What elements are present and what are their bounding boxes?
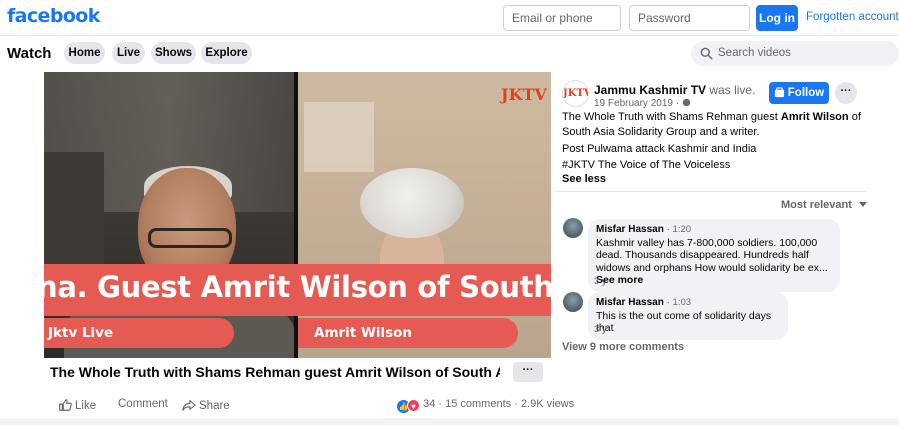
comment-sort-dropdown[interactable]: Most relevant: [781, 199, 867, 211]
video-player[interactable]: JKTV na. Guest Amrit Wilson of South As …: [44, 72, 551, 358]
engagement-stats: 👍 ♥ 34 · 15 comments · 2.9K views: [397, 398, 574, 413]
sort-label: Most relevant: [781, 199, 852, 211]
search-icon: [700, 47, 713, 60]
reaction-count[interactable]: 34: [423, 398, 435, 410]
post-date-text[interactable]: 19 February 2019 ·: [594, 98, 679, 109]
share-button[interactable]: Share: [182, 398, 230, 412]
see-less-link[interactable]: See less: [562, 173, 606, 185]
post-hashtag-line: #JKTV The Voice of The Voiceless: [562, 159, 731, 171]
password-field[interactable]: [629, 5, 750, 31]
like-button[interactable]: Like: [58, 398, 96, 412]
comment-time-value: 1:03: [672, 297, 692, 308]
comment-timestamp[interactable]: · 1:20: [667, 224, 691, 235]
guest-name-tag: Amrit Wilson: [298, 318, 518, 348]
host-name-tag: Jktv Live: [44, 318, 234, 348]
love-reaction-icon: ♥: [407, 399, 420, 412]
post-mention-link[interactable]: Amrit Wilson: [781, 111, 849, 123]
top-navigation-bar: facebook Log in Forgotten account?: [0, 0, 899, 36]
host-glasses: [148, 228, 232, 248]
view-more-comments-link[interactable]: View 9 more comments: [562, 341, 684, 353]
video-more-options-button[interactable]: ···: [513, 362, 543, 382]
comment-header: Misfar Hassan · 1:20: [596, 223, 832, 237]
login-button[interactable]: Log in: [756, 5, 798, 31]
forgotten-account-link[interactable]: Forgotten account?: [806, 11, 899, 23]
tab-home[interactable]: Home: [64, 42, 105, 64]
guest-hair: [360, 168, 464, 238]
comment-timestamp[interactable]: · 1:03: [667, 297, 691, 308]
avatar[interactable]: [563, 218, 583, 238]
post-description: The Whole Truth with Shams Rehman guest …: [562, 110, 862, 140]
post-text-part: The Whole Truth with Shams Rehman guest: [562, 111, 781, 123]
page-bottom-divider: [0, 418, 899, 425]
share-label: Share: [199, 400, 230, 412]
search-placeholder: Search videos: [718, 47, 791, 59]
post-date: 19 February 2019 ·: [594, 98, 691, 109]
watch-header: Watch Home Live Shows Explore Search vid…: [0, 37, 899, 70]
background-window: [304, 102, 374, 172]
email-field[interactable]: [503, 5, 621, 31]
comment-bubble: Misfar Hassan · 1:20 Kashmir valley has …: [588, 219, 840, 292]
thumbs-up-icon: [59, 399, 72, 411]
follow-label: Follow: [787, 87, 825, 99]
globe-icon: [682, 98, 691, 107]
page-avatar[interactable]: JKTV: [562, 80, 589, 107]
tab-explore[interactable]: Explore: [201, 42, 252, 64]
comment-age[interactable]: 3 y: [594, 324, 607, 335]
caption-text: na. Guest Amrit Wilson of South As: [44, 270, 551, 304]
comment-bubble: Misfar Hassan · 1:03 This is the out com…: [588, 292, 788, 340]
tab-live[interactable]: Live: [112, 42, 145, 64]
follow-icon: [774, 87, 784, 98]
comment-age[interactable]: 3 y: [594, 276, 607, 287]
channel-logo: JKTV: [501, 85, 547, 104]
comment-text: This is the out come of solidarity days …: [596, 309, 772, 335]
facebook-logo[interactable]: facebook: [7, 5, 100, 27]
comment-button[interactable]: Comment: [118, 398, 168, 410]
comment-header: Misfar Hassan · 1:03: [596, 296, 780, 310]
like-label: Like: [75, 400, 97, 412]
stats-separator: ·: [514, 398, 518, 410]
caret-down-icon: [858, 202, 867, 207]
tab-shows[interactable]: Shows: [151, 42, 196, 64]
comment-text: Kashmir valley has 7-800,000 soldiers. 1…: [596, 236, 828, 274]
share-arrow-icon: [182, 400, 196, 411]
view-count: 2.9K views: [520, 398, 575, 410]
comment-time-value: 1:20: [672, 224, 692, 235]
page-title: Watch: [7, 45, 52, 62]
comment-author-link[interactable]: Misfar Hassan: [596, 224, 664, 235]
comment-author-link[interactable]: Misfar Hassan: [596, 297, 664, 308]
lower-third-caption: na. Guest Amrit Wilson of South As: [44, 264, 551, 316]
post-header: Jammu Kashmir TV was live.: [594, 83, 755, 97]
divider: [556, 191, 866, 192]
avatar[interactable]: [563, 292, 583, 312]
post-text-line: Post Pulwama attack Kashmir and India: [562, 143, 757, 155]
was-live-text: was live.: [709, 83, 756, 97]
stats-separator: ·: [438, 398, 443, 410]
search-input[interactable]: Search videos: [691, 41, 899, 66]
comment-body: Kashmir valley has 7-800,000 soldiers. 1…: [596, 237, 832, 287]
post-more-options-button[interactable]: ···: [835, 82, 857, 104]
video-title[interactable]: The Whole Truth with Shams Rehman guest …: [50, 364, 500, 380]
follow-button[interactable]: Follow: [769, 82, 829, 104]
comment-label: Comment: [118, 398, 168, 410]
page-name-link[interactable]: Jammu Kashmir TV: [594, 83, 706, 97]
comment-count[interactable]: 15 comments: [445, 398, 511, 410]
